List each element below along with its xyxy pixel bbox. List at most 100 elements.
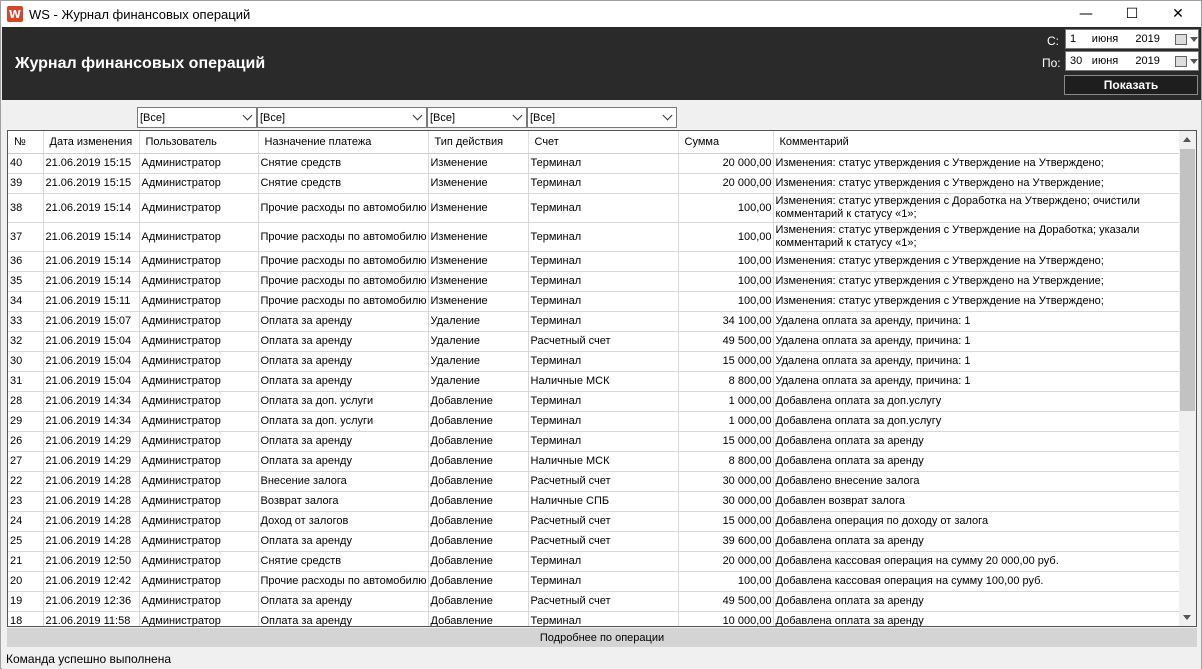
user-filter-value: [Все]	[140, 111, 166, 124]
column-header-purpose[interactable]: Назначение платежа	[258, 131, 429, 154]
cell-amount: 30 000,00	[678, 491, 774, 512]
cell-account: Терминал	[528, 551, 679, 572]
chevron-down-icon[interactable]	[1189, 36, 1198, 42]
purpose-filter[interactable]: [Все]	[257, 107, 427, 128]
scrollbar-thumb[interactable]	[1180, 149, 1195, 411]
table-row[interactable]: 38 21.06.2019 15:14 Администратор Прочие ра…	[8, 193, 1181, 223]
table-row[interactable]: 20 21.06.2019 12:42 Администратор Прочие ра…	[8, 571, 1181, 592]
cell-date: 21.06.2019 14:29	[43, 451, 140, 472]
calendar-icon[interactable]	[1175, 55, 1187, 67]
column-header-user[interactable]: Пользователь	[139, 131, 259, 154]
cell-user: Администратор	[139, 331, 259, 352]
table-row[interactable]: 33 21.06.2019 15:07 Администратор Оплата за…	[8, 311, 1181, 332]
table-row[interactable]: 27 21.06.2019 14:29 Администратор Оплата за…	[8, 451, 1181, 472]
cell-date: 21.06.2019 15:04	[43, 331, 140, 352]
cell-action: Добавление	[428, 491, 529, 512]
operations-grid[interactable]: № Дата изменения Пользователь Назначение…	[7, 130, 1197, 627]
table-row[interactable]: 31 21.06.2019 15:04 Администратор Оплата за…	[8, 371, 1181, 392]
column-header-date[interactable]: Дата изменения	[43, 131, 140, 154]
calendar-icon[interactable]	[1175, 33, 1187, 45]
cell-amount: 1 000,00	[678, 391, 774, 412]
cell-date: 21.06.2019 15:07	[43, 311, 140, 332]
window-controls: — ☐ ✕	[1063, 1, 1201, 27]
user-filter[interactable]: [Все]	[137, 107, 257, 128]
vertical-scrollbar[interactable]	[1179, 131, 1196, 626]
table-row[interactable]: 24 21.06.2019 14:28 Администратор Доход от …	[8, 511, 1181, 532]
cell-action: Удаление	[428, 351, 529, 372]
account-filter[interactable]: [Все]	[527, 107, 677, 128]
cell-action: Добавление	[428, 411, 529, 432]
window-title: WS - Журнал финансовых операций	[29, 6, 251, 22]
maximize-button[interactable]: ☐	[1109, 1, 1155, 27]
close-button[interactable]: ✕	[1155, 1, 1201, 27]
cell-number: 37	[8, 222, 44, 252]
cell-date: 21.06.2019 14:28	[43, 471, 140, 492]
cell-purpose: Оплата за доп. услуги	[258, 411, 429, 432]
table-row[interactable]: 35 21.06.2019 15:14 Администратор Прочие ра…	[8, 271, 1181, 292]
cell-purpose: Снятие средств	[258, 173, 429, 194]
table-row[interactable]: 21 21.06.2019 12:50 Администратор Снятие ср…	[8, 551, 1181, 572]
table-row[interactable]: 30 21.06.2019 15:04 Администратор Оплата за…	[8, 351, 1181, 372]
cell-number: 30	[8, 351, 44, 372]
page-title: Журнал финансовых операций	[15, 55, 266, 72]
minimize-button[interactable]: —	[1063, 1, 1109, 27]
table-row[interactable]: 25 21.06.2019 14:28 Администратор Оплата за…	[8, 531, 1181, 552]
scroll-up-icon[interactable]	[1183, 137, 1191, 142]
action-filter[interactable]: [Все]	[427, 107, 527, 128]
cell-user: Администратор	[139, 371, 259, 392]
show-button[interactable]: Показать	[1064, 75, 1198, 95]
column-header-action[interactable]: Тип действия	[428, 131, 529, 154]
table-row[interactable]: 34 21.06.2019 15:11 Администратор Прочие ра…	[8, 291, 1181, 312]
details-button[interactable]: Подробнее по операции	[7, 628, 1197, 647]
column-header-account[interactable]: Счет	[528, 131, 679, 154]
action-filter-value: [Все]	[430, 111, 456, 124]
cell-account: Терминал	[528, 291, 679, 312]
cell-account: Терминал	[528, 391, 679, 412]
cell-amount: 15 000,00	[678, 351, 774, 372]
chevron-down-icon	[412, 110, 423, 121]
status-bar: Команда успешно выполнена	[2, 649, 1201, 669]
table-row[interactable]: 36 21.06.2019 15:14 Администратор Прочие ра…	[8, 251, 1181, 272]
from-date-month: июня	[1091, 33, 1119, 45]
cell-number: 28	[8, 391, 44, 412]
scroll-down-icon[interactable]	[1183, 615, 1191, 620]
chevron-down-icon	[662, 110, 673, 121]
table-row[interactable]: 32 21.06.2019 15:04 Администратор Оплата за…	[8, 331, 1181, 352]
cell-account: Терминал	[528, 431, 679, 452]
cell-user: Администратор	[139, 491, 259, 512]
cell-comment: Изменения: статус утверждения с Утвержде…	[773, 222, 1181, 252]
to-date-picker[interactable]: 30 июня 2019	[1065, 51, 1199, 71]
table-row[interactable]: 18 21.06.2019 11:58 Администратор Оплата за…	[8, 611, 1181, 626]
cell-date: 21.06.2019 14:29	[43, 431, 140, 452]
cell-account: Терминал	[528, 571, 679, 592]
table-row[interactable]: 39 21.06.2019 15:15 Администратор Снятие ср…	[8, 173, 1181, 194]
cell-number: 18	[8, 611, 44, 626]
table-row[interactable]: 23 21.06.2019 14:28 Администратор Возврат з…	[8, 491, 1181, 512]
column-header-amount[interactable]: Сумма	[678, 131, 774, 154]
cell-comment: Изменения: статус утверждения с Утвержде…	[773, 153, 1181, 174]
table-row[interactable]: 29 21.06.2019 14:34 Администратор Оплата за…	[8, 411, 1181, 432]
table-row[interactable]: 19 21.06.2019 12:36 Администратор Оплата за…	[8, 591, 1181, 612]
status-text: Команда успешно выполнена	[6, 652, 172, 666]
cell-purpose: Оплата за доп. услуги	[258, 391, 429, 412]
header-panel: Журнал финансовых операций С: 1 июня 201…	[2, 27, 1201, 100]
table-row[interactable]: 22 21.06.2019 14:28 Администратор Внесение …	[8, 471, 1181, 492]
cell-number: 19	[8, 591, 44, 612]
column-header-comment[interactable]: Комментарий	[773, 131, 1181, 154]
cell-account: Терминал	[528, 271, 679, 292]
table-row[interactable]: 40 21.06.2019 15:15 Администратор Снятие ср…	[8, 153, 1181, 174]
chevron-down-icon[interactable]	[1189, 58, 1198, 64]
table-row[interactable]: 28 21.06.2019 14:34 Администратор Оплата за…	[8, 391, 1181, 412]
cell-number: 20	[8, 571, 44, 592]
from-date-picker[interactable]: 1 июня 2019	[1065, 29, 1199, 49]
cell-purpose: Прочие расходы по автомобилю	[258, 291, 429, 312]
cell-purpose: Оплата за аренду	[258, 451, 429, 472]
table-row[interactable]: 37 21.06.2019 15:14 Администратор Прочие ра…	[8, 222, 1181, 252]
table-header-row: № Дата изменения Пользователь Назначение…	[8, 131, 1181, 154]
table-row[interactable]: 26 21.06.2019 14:29 Администратор Оплата за…	[8, 431, 1181, 452]
cell-user: Администратор	[139, 222, 259, 252]
cell-action: Удаление	[428, 311, 529, 332]
cell-action: Изменение	[428, 153, 529, 174]
cell-purpose: Оплата за аренду	[258, 351, 429, 372]
column-header-number[interactable]: №	[8, 131, 44, 154]
